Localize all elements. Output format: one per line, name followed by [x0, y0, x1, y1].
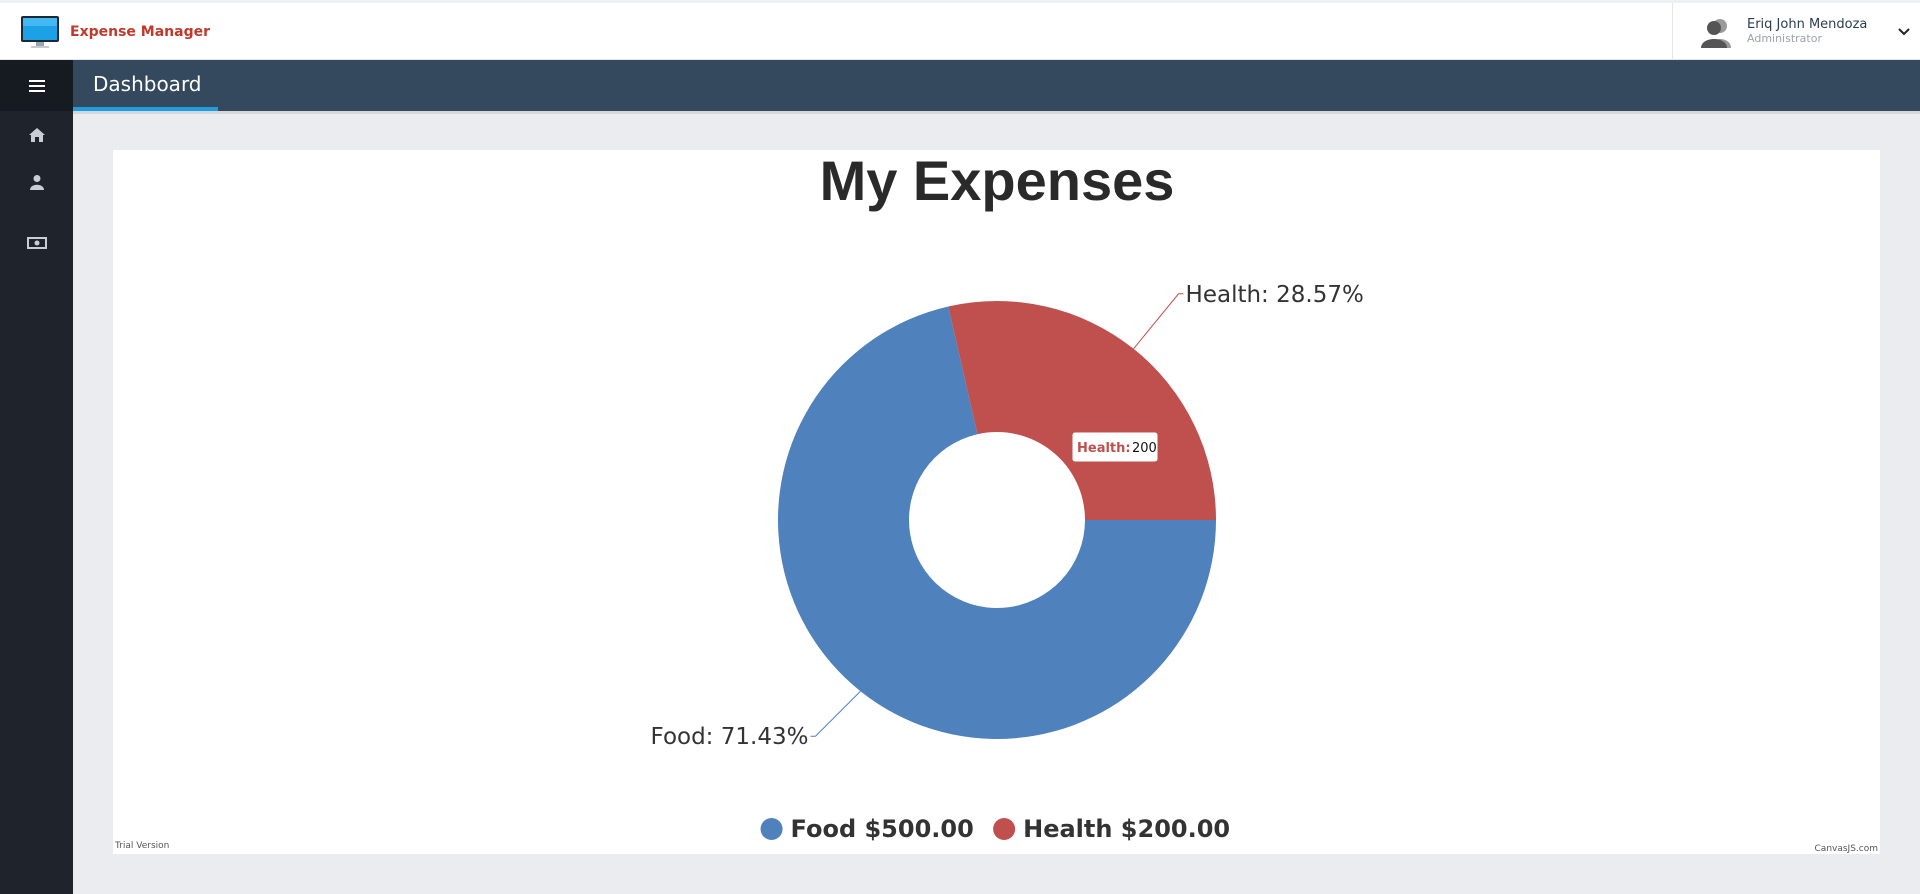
legend-item[interactable]: Health $200.00 [1023, 815, 1230, 843]
user-menu[interactable]: Eriq John Mendoza Administrator [1672, 3, 1920, 60]
monitor-icon [21, 16, 59, 48]
sidebar-item-expenses[interactable] [0, 223, 73, 263]
legend-item[interactable]: Food $500.00 [791, 815, 974, 843]
tab-dashboard[interactable]: Dashboard [73, 60, 218, 111]
user-name: Eriq John Mendoza [1747, 17, 1868, 33]
titlebar-divider [73, 111, 1920, 114]
trial-version-label: Trial Version [115, 841, 170, 851]
app-title: Expense Manager [70, 24, 210, 40]
chevron-down-icon[interactable] [1898, 27, 1910, 37]
label-leader-line [810, 690, 861, 737]
tooltip-label: Health: [1077, 441, 1131, 456]
canvasjs-credit-link[interactable]: CanvasJS.com [1815, 844, 1878, 854]
legend-marker [760, 818, 783, 840]
money-icon [26, 237, 47, 249]
avatar-icon [1701, 18, 1731, 48]
menu-icon [28, 79, 45, 92]
pie-slice-health[interactable] [948, 301, 1216, 520]
sidebar-item-home[interactable] [0, 115, 73, 155]
page-title: Dashboard [93, 71, 202, 96]
user-icon [29, 175, 44, 190]
top-header: Expense Manager Eriq John Mendoza Admini… [0, 0, 1920, 60]
tooltip-value: 200 [1132, 441, 1157, 456]
sidebar [0, 60, 73, 894]
label-leader-line [1133, 293, 1184, 350]
sidebar-toggle[interactable] [0, 60, 73, 111]
brand[interactable]: Expense Manager [20, 14, 210, 50]
sidebar-item-user[interactable] [0, 162, 73, 202]
expenses-chart-card: My Expenses Food: 71.43% Health: 28.57% F… [113, 150, 1880, 854]
page-titlebar: Dashboard [73, 60, 1920, 111]
expenses-chart: My Expenses Food: 71.43% Health: 28.57% F… [651, 150, 1364, 843]
home-icon [28, 128, 45, 142]
legend-marker [993, 818, 1016, 840]
user-role: Administrator [1747, 31, 1822, 45]
pie-index-label: Food: 71.43% [651, 724, 809, 750]
chart-title: My Expenses [820, 150, 1175, 212]
pie-index-label: Health: 28.57% [1186, 282, 1364, 308]
